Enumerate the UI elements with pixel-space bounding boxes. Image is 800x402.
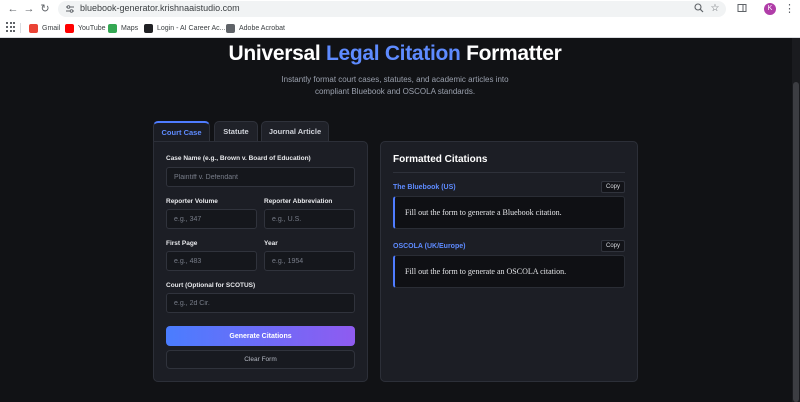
case-name-input[interactable]: [166, 167, 355, 187]
bluebook-citation-text: Fill out the form to generate a Bluebook…: [405, 208, 562, 217]
page-subtitle: Instantly format court cases, statutes, …: [281, 75, 509, 96]
first-page-label: First Page: [166, 240, 198, 247]
title-prefix: Universal: [228, 42, 321, 65]
reload-icon[interactable]: ↻: [38, 2, 52, 16]
output-title: Formatted Citations: [393, 154, 488, 165]
profile-avatar[interactable]: K: [764, 3, 776, 15]
page-scrollbar[interactable]: [792, 38, 800, 402]
tab-court-case[interactable]: Court Case: [153, 121, 210, 142]
bookmark-star-icon[interactable]: ☆: [709, 3, 721, 15]
site-info-icon[interactable]: [65, 4, 75, 14]
forward-icon[interactable]: →: [22, 2, 36, 16]
zoom-icon[interactable]: [693, 3, 705, 15]
reporter-abbreviation-label: Reporter Abbreviation: [264, 198, 333, 205]
clear-form-button[interactable]: Clear Form: [166, 350, 355, 369]
bookmark-youtube[interactable]: YouTube: [65, 22, 106, 34]
key-icon: [144, 23, 153, 33]
oscola-citation-box[interactable]: Fill out the form to generate an OSCOLA …: [393, 255, 625, 288]
year-input[interactable]: [264, 251, 355, 271]
scrollbar-thumb[interactable]: [793, 82, 799, 402]
court-label: Court (Optional for SCOTUS): [166, 282, 256, 289]
bookmark-adobe-acrobat[interactable]: Adobe Acrobat: [226, 22, 285, 34]
bookmark-login-ai-career[interactable]: Login - AI Career Ac...: [144, 22, 225, 34]
copy-oscola-button[interactable]: Copy: [601, 240, 625, 252]
youtube-icon: [65, 23, 74, 33]
generate-citations-button[interactable]: Generate Citations: [166, 326, 355, 346]
reporter-volume-input[interactable]: [166, 209, 257, 229]
oscola-label: OSCOLA (UK/Europe): [393, 243, 466, 250]
oscola-citation-text: Fill out the form to generate an OSCOLA …: [405, 267, 567, 276]
side-panel-icon[interactable]: [736, 3, 748, 15]
case-name-label: Case Name (e.g., Brown v. Board of Educa…: [166, 155, 311, 162]
year-label: Year: [264, 240, 278, 247]
bookmarks-bar: Gmail YouTube Maps Login - AI Career Ac.…: [0, 20, 800, 36]
bookmark-maps[interactable]: Maps: [108, 22, 138, 34]
copy-bluebook-button[interactable]: Copy: [601, 181, 625, 193]
address-bar-row: ← → ↻ bluebook-generator.krishnaaistudio…: [0, 0, 800, 18]
gmail-icon: [29, 23, 38, 33]
browser-menu-icon[interactable]: ⋮: [784, 2, 795, 16]
back-icon[interactable]: ←: [6, 2, 20, 16]
globe-icon: [226, 23, 235, 33]
title-suffix: Formatter: [466, 42, 562, 65]
reporter-abbreviation-input[interactable]: [264, 209, 355, 229]
bookmark-label: YouTube: [78, 24, 106, 32]
title-accent: Legal Citation: [325, 42, 461, 65]
bookmark-label: Adobe Acrobat: [239, 24, 285, 32]
output-divider: [393, 172, 625, 173]
bluebook-citation-box[interactable]: Fill out the form to generate a Bluebook…: [393, 196, 625, 229]
page-title: Universal Legal Citation Formatter: [0, 42, 790, 66]
bookmark-label: Gmail: [42, 24, 61, 32]
tab-statute[interactable]: Statute: [214, 121, 258, 142]
bluebook-label: The Bluebook (US): [393, 184, 456, 191]
browser-chrome: ← → ↻ bluebook-generator.krishnaaistudio…: [0, 0, 800, 38]
tab-journal-article[interactable]: Journal Article: [261, 121, 329, 142]
url-text[interactable]: bluebook-generator.krishnaaistudio.com: [80, 3, 240, 13]
maps-pin-icon: [108, 23, 117, 33]
bookmark-label: Login - AI Career Ac...: [157, 24, 226, 32]
omnibox[interactable]: bluebook-generator.krishnaaistudio.com: [58, 1, 726, 17]
bookmark-gmail[interactable]: Gmail: [29, 22, 60, 34]
first-page-input[interactable]: [166, 251, 257, 271]
bookmark-label: Maps: [121, 24, 139, 32]
court-input[interactable]: [166, 293, 355, 313]
reporter-volume-label: Reporter Volume: [166, 198, 218, 205]
